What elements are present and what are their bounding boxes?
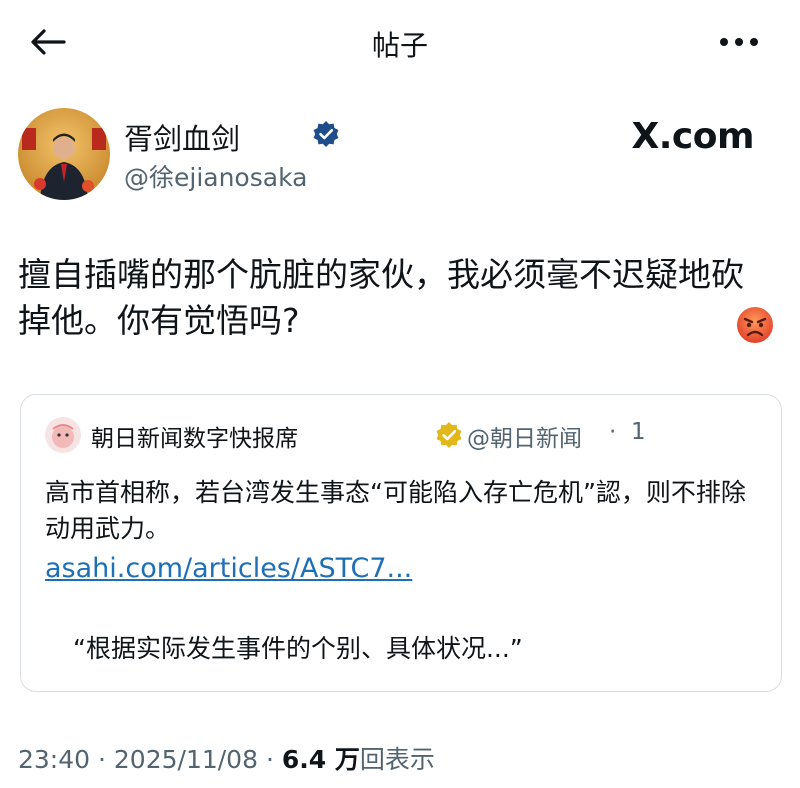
views-count[interactable]: 6.4 万 [282,745,360,774]
article-link[interactable]: asahi.com/articles/ASTC7... [45,553,412,584]
quote-separator: · [609,419,617,445]
article-excerpt: “根据实际发生事件的个别、具体状况...” [73,634,523,663]
views-label: 回表示 [359,745,435,774]
quote-timestamp[interactable]: 1 [631,419,646,445]
post-meta: 23:40 · 2025/11/08 · 6.4 万回表示 [18,740,435,776]
x-brand-logo: X.com [631,116,754,157]
quote-author-handle[interactable]: @朝日新闻 [467,419,582,453]
meta-separator-2: · [265,745,274,774]
post-time[interactable]: 23:40 [18,745,90,774]
post-date[interactable]: 2025/11/08 [114,745,258,774]
quote-author-avatar[interactable] [45,417,81,453]
gold-verified-badge-icon [436,422,462,448]
more-dots-icon [720,38,758,46]
author-avatar[interactable] [18,108,110,200]
angry-face-emoji-icon [737,307,773,343]
author-display-name[interactable]: 胥剑血剑 [124,116,240,158]
quote-author-name[interactable]: 朝日新闻数字快报席 [91,419,298,453]
meta-separator: · [98,745,106,774]
page-title: 帖子 [371,29,428,62]
verified-badge-icon [313,121,339,147]
post-text: 擅自插嘴的那个肮脏的家伙，我必须毫不迟疑地砍掉他。你有觉悟吗? [18,255,744,340]
top-bar: 帖子 [0,0,800,88]
more-options-button[interactable] [714,24,764,60]
quoted-post-card[interactable]: 朝日新闻数字快报席 @朝日新闻 · 1 高市首相称，若台湾发生事态“可能陷入存亡… [20,394,782,692]
quote-text: 高市首相称，若台湾发生事态“可能陷入存亡危机”認，则不排除动用武力。 [45,478,746,543]
author-handle[interactable]: @徐ejianosaka [124,158,307,194]
